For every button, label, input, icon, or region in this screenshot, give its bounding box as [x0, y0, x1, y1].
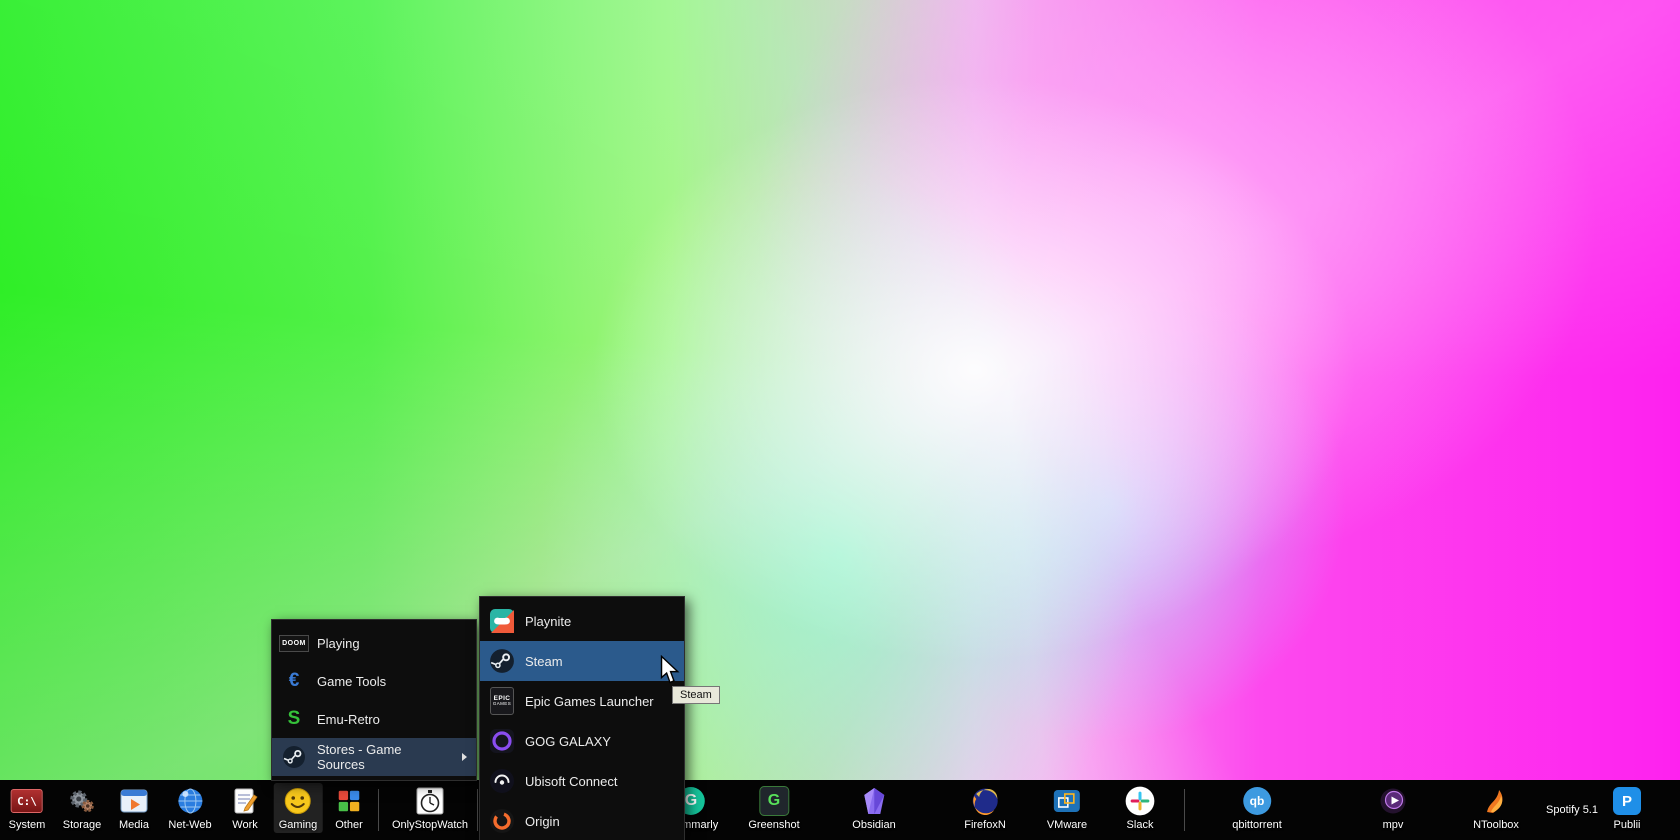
slack-icon: [1124, 785, 1156, 817]
taskbar-label: Slack: [1126, 819, 1154, 831]
system-drive-icon: C:\: [11, 789, 43, 813]
taskbar-item-greenshot[interactable]: G Greenshot: [743, 783, 804, 833]
desktop-wallpaper: [0, 0, 1680, 840]
taskbar-label: qbittorrent: [1232, 819, 1282, 831]
work-notes-icon: [229, 785, 261, 817]
menu-item-playnite[interactable]: Playnite: [480, 601, 684, 641]
taskbar-label: OnlyStopWatch: [391, 819, 469, 831]
obsidian-icon: [858, 785, 890, 817]
submenu-arrow-icon: [462, 753, 467, 761]
taskbar-label: Storage: [62, 819, 102, 831]
taskbar-item-work[interactable]: Work: [224, 783, 266, 833]
taskbar-item-mpv[interactable]: mpv: [1372, 783, 1414, 833]
taskbar-divider: [378, 789, 379, 831]
other-blocks-icon: [333, 785, 365, 817]
cheat-engine-icon: €: [288, 670, 300, 691]
taskbar-item-spotify[interactable]: Spotify 5.1: [1541, 780, 1603, 840]
steam-icon: [489, 648, 515, 674]
taskbar-label: Gaming: [278, 819, 318, 831]
menu-item-steam[interactable]: Steam: [480, 641, 684, 681]
doom-icon: DOOM: [279, 634, 309, 652]
taskbar-divider: [477, 789, 478, 831]
taskbar-item-storage[interactable]: Storage: [58, 783, 107, 833]
taskbar-label: Publii: [1613, 819, 1641, 831]
ntoolbox-icon: [1480, 785, 1512, 817]
firefox-icon: [969, 785, 1001, 817]
publii-icon: P: [1613, 787, 1641, 815]
steam-icon: [281, 744, 307, 770]
menu-item-label: Steam: [525, 653, 563, 669]
taskbar-item-gaming[interactable]: Gaming: [273, 783, 323, 833]
taskbar-item-onlystopwatch[interactable]: OnlyStopWatch: [387, 783, 473, 833]
menu-item-label: Origin: [525, 813, 560, 829]
taskbar-item-ntoolbox[interactable]: NToolbox: [1468, 783, 1524, 833]
mouse-cursor-icon: [660, 654, 680, 691]
menu-item-label: Stores - Game Sources: [317, 742, 402, 772]
qbittorrent-icon: qb: [1243, 787, 1271, 815]
taskbar: C:\ System Storage Media Net-Web Work Ga…: [0, 780, 1680, 840]
taskbar-item-vmware[interactable]: VMware: [1042, 783, 1092, 833]
menu-item-label: Playing: [317, 635, 360, 651]
menu-item-game-tools[interactable]: € Game Tools: [272, 662, 476, 700]
taskbar-label: Obsidian: [852, 819, 896, 831]
menu-item-label: Epic Games Launcher: [525, 693, 654, 709]
storage-gears-icon: [66, 785, 98, 817]
network-globe-icon: [174, 785, 206, 817]
menu-item-label: Game Tools: [317, 673, 387, 689]
taskbar-item-net-web[interactable]: Net-Web: [163, 783, 216, 833]
taskbar-item-publii[interactable]: P Publii: [1606, 783, 1648, 833]
taskbar-item-qbittorrent[interactable]: qb qbittorrent: [1227, 783, 1287, 833]
taskbar-label: Media: [119, 819, 149, 831]
taskbar-item-obsidian[interactable]: Obsidian: [847, 783, 900, 833]
taskbar-label: VMware: [1046, 819, 1088, 831]
media-player-icon: [118, 785, 150, 817]
emulator-icon: S: [287, 708, 301, 729]
menu-item-emu-retro[interactable]: S Emu-Retro: [272, 700, 476, 738]
mpv-icon: [1377, 785, 1409, 817]
menu-item-epic-games-launcher[interactable]: EPIC GAMES Epic Games Launcher: [480, 681, 684, 721]
playnite-icon: [489, 608, 515, 634]
taskbar-label: Greenshot: [748, 819, 800, 831]
menu-item-label: Emu-Retro: [317, 711, 380, 727]
taskbar-label: mpv: [1382, 819, 1404, 831]
vmware-icon: [1051, 785, 1083, 817]
taskbar-item-media[interactable]: Media: [113, 783, 155, 833]
taskbar-item-other[interactable]: Other: [328, 783, 370, 833]
ubisoft-icon: [489, 768, 515, 794]
taskbar-label: System: [8, 819, 46, 831]
stores-submenu: Playnite Steam EPIC GAMES Epic Games Lau: [479, 596, 685, 840]
menu-item-origin[interactable]: Origin: [480, 801, 684, 840]
menu-item-label: Playnite: [525, 613, 572, 629]
greenshot-icon: G: [759, 786, 789, 816]
menu-item-label: GOG GALAXY: [525, 733, 611, 749]
menu-item-playing[interactable]: DOOM Playing: [272, 624, 476, 662]
desktop: C:\ System Storage Media Net-Web Work Ga…: [0, 0, 1680, 840]
gaming-toolbar-menu: DOOM Playing € Game Tools S Emu-Retro St…: [271, 619, 477, 781]
taskbar-item-slack[interactable]: Slack: [1119, 783, 1161, 833]
taskbar-label: Other: [335, 819, 363, 831]
epic-games-icon: EPIC GAMES: [490, 687, 514, 715]
menu-item-gog-galaxy[interactable]: GOG GALAXY: [480, 721, 684, 761]
taskbar-item-system[interactable]: C:\ System: [4, 783, 51, 833]
taskbar-divider: [1184, 789, 1185, 831]
taskbar-label: NToolbox: [1473, 819, 1519, 831]
taskbar-label: Work: [232, 819, 258, 831]
menu-item-stores-game-sources[interactable]: Stores - Game Sources: [272, 738, 476, 776]
stopwatch-icon: [414, 785, 446, 817]
taskbar-label: FirefoxN: [964, 819, 1006, 831]
gog-galaxy-icon: [489, 728, 515, 754]
menu-item-ubisoft-connect[interactable]: Ubisoft Connect: [480, 761, 684, 801]
taskbar-label: Net-Web: [168, 819, 212, 831]
origin-icon: [489, 808, 515, 834]
menu-item-label: Ubisoft Connect: [525, 773, 618, 789]
taskbar-item-firefoxn[interactable]: FirefoxN: [959, 783, 1011, 833]
gaming-smiley-icon: [282, 785, 314, 817]
taskbar-label: Spotify 5.1: [1546, 804, 1598, 816]
